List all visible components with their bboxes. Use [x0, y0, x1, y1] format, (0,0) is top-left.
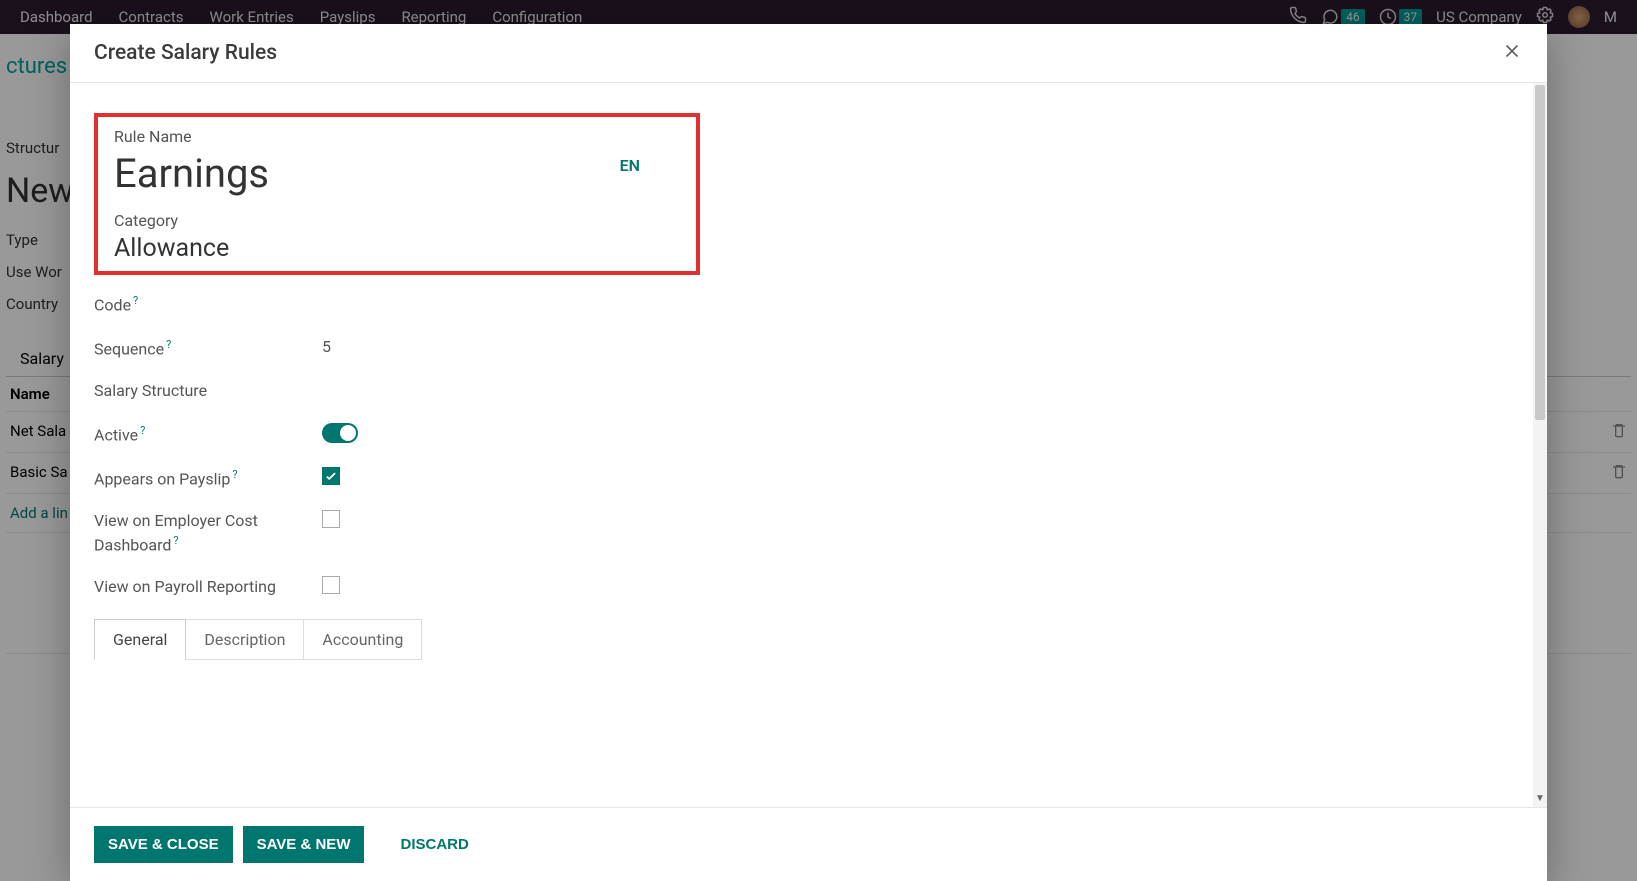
tab-general[interactable]: General	[94, 619, 186, 660]
employer-cost-label: View on Employer Cost Dashboard	[94, 511, 258, 554]
salary-structure-label: Salary Structure	[94, 380, 322, 402]
sequence-label: Sequence	[94, 339, 164, 358]
save-close-button[interactable]: SAVE & CLOSE	[94, 826, 233, 863]
tab-description[interactable]: Description	[186, 619, 304, 660]
sequence-input[interactable]: 5	[322, 337, 331, 356]
payroll-reporting-checkbox[interactable]	[322, 576, 340, 594]
tab-accounting[interactable]: Accounting	[304, 619, 422, 660]
form-grid: Code? Sequence? 5 Salary Structure Activ…	[94, 293, 714, 599]
appears-on-payslip-checkbox[interactable]	[322, 467, 340, 485]
modal-title: Create Salary Rules	[94, 41, 277, 65]
rule-name-label: Rule Name	[114, 127, 680, 146]
scrollbar-down-icon[interactable]: ▼	[1535, 793, 1545, 805]
active-toggle[interactable]	[322, 423, 358, 443]
category-label: Category	[114, 211, 680, 230]
appears-on-payslip-label: Appears on Payslip	[94, 469, 230, 488]
active-label: Active	[94, 425, 138, 444]
modal-footer: SAVE & CLOSE SAVE & NEW DISCARD	[70, 807, 1547, 881]
payroll-reporting-label: View on Payroll Reporting	[94, 576, 322, 598]
modal-header: Create Salary Rules	[70, 24, 1547, 83]
language-tag[interactable]: EN	[620, 156, 640, 175]
scrollbar[interactable]: ▼	[1533, 83, 1547, 807]
highlighted-section: Rule Name Earnings EN Category Allowance	[94, 113, 700, 275]
modal-body: Rule Name Earnings EN Category Allowance…	[70, 83, 1533, 807]
form-tabs: General Description Accounting	[94, 619, 1509, 660]
help-icon[interactable]: ?	[173, 534, 178, 547]
help-icon[interactable]: ?	[133, 294, 138, 307]
rule-name-input[interactable]: Earnings	[114, 150, 269, 197]
help-icon[interactable]: ?	[166, 338, 171, 351]
close-icon[interactable]	[1501, 40, 1523, 66]
category-input[interactable]: Allowance	[114, 234, 680, 263]
create-salary-rules-modal: Create Salary Rules Rule Name Earnings E…	[70, 24, 1547, 881]
scrollbar-thumb[interactable]	[1535, 85, 1545, 420]
help-icon[interactable]: ?	[140, 424, 145, 437]
code-label: Code	[94, 295, 131, 314]
employer-cost-checkbox[interactable]	[322, 510, 340, 528]
help-icon[interactable]: ?	[232, 468, 237, 481]
discard-button[interactable]: DISCARD	[386, 826, 482, 863]
save-new-button[interactable]: SAVE & NEW	[243, 826, 365, 863]
